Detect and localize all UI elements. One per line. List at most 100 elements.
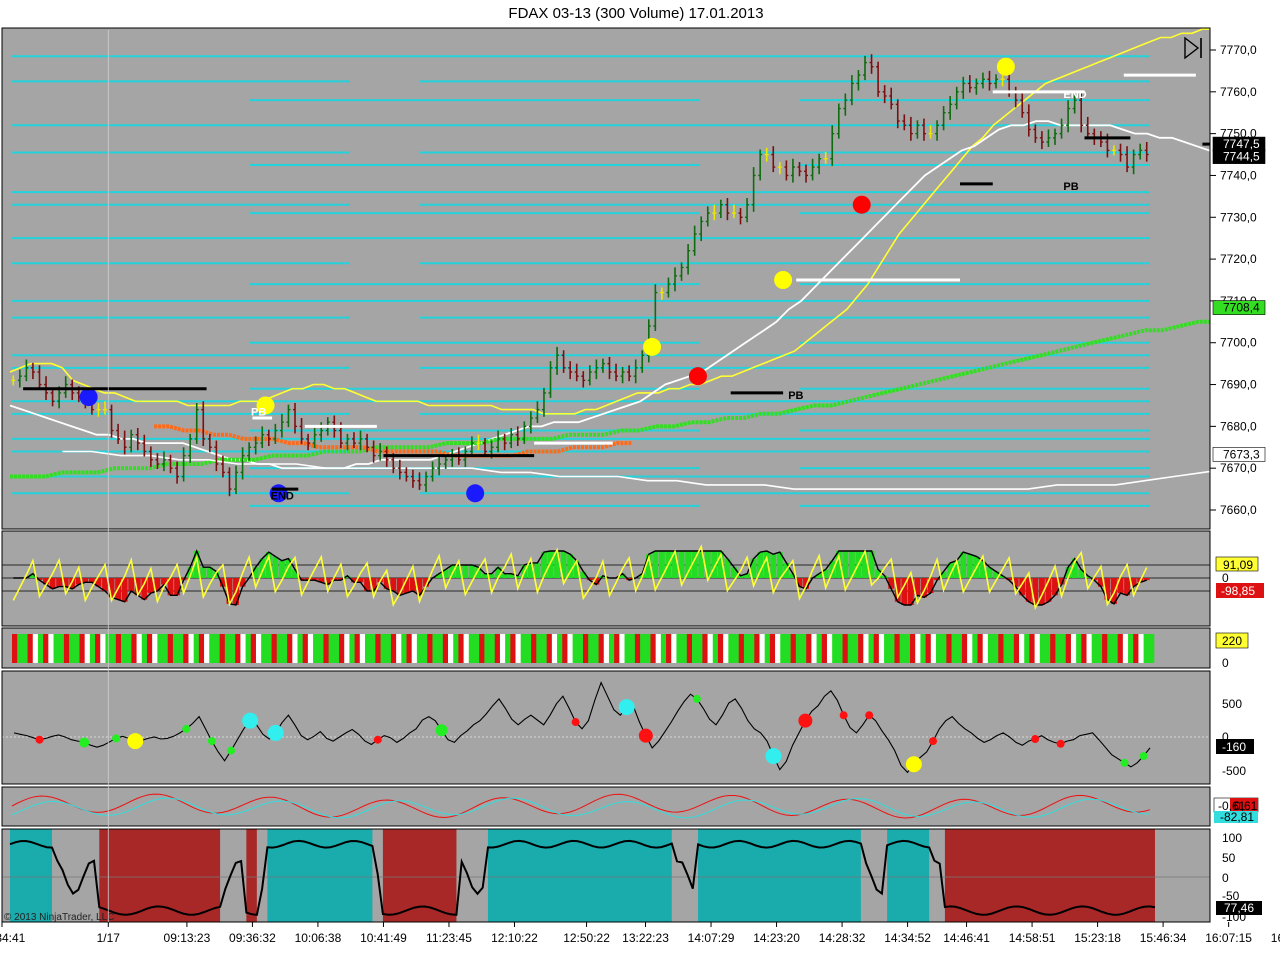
volume-strip-bar	[411, 634, 418, 663]
volume-strip-bar	[1081, 634, 1087, 663]
volume-strip-bar	[126, 634, 132, 663]
signal-dot	[852, 195, 871, 214]
volume-strip-bar	[235, 634, 241, 663]
volume-strip-bar	[769, 634, 776, 663]
volume-strip-bar	[240, 634, 246, 663]
volume-strip-bar	[27, 634, 34, 663]
volume-strip-bar	[53, 634, 60, 663]
volume-strip-bar	[1091, 634, 1098, 663]
volume-strip-bar	[63, 634, 70, 663]
volume-strip-bar	[702, 634, 708, 663]
volume-strip-bar	[738, 634, 745, 663]
signal-dot	[774, 271, 793, 289]
oscillator-2-marker	[373, 735, 382, 744]
volume-strip-bar	[572, 634, 579, 663]
volume-strip-bar	[681, 634, 688, 663]
time-tick-label: 14:46:41	[943, 931, 990, 945]
volume-strip-bar	[743, 634, 750, 663]
oscillator-2-marker	[638, 728, 653, 743]
oscillator-1-zero-label: 0	[1222, 571, 1229, 585]
oscillator-2-label-minus-500: -500	[1222, 764, 1246, 778]
oscillator-2-marker	[127, 733, 144, 750]
oscillator-2-marker	[35, 735, 44, 744]
volume-strip-bar	[1117, 634, 1124, 663]
volume-strip-bar	[728, 634, 734, 663]
price-tick-label: 7660,0	[1220, 503, 1257, 517]
volume-strip-bar	[313, 634, 319, 663]
volume-strip-bar	[307, 634, 314, 663]
volume-strip-bar	[48, 634, 54, 663]
oscillator-1-upper-value: 91,09	[1223, 558, 1253, 572]
volume-strip-bar	[224, 634, 231, 663]
oscillator-4-label-minus-100: -100	[1222, 910, 1246, 924]
oscillator-4-zone	[246, 829, 257, 922]
volume-strip-bar	[686, 634, 693, 663]
volume-strip-bar	[458, 634, 464, 663]
volume-strip-bar	[717, 634, 724, 663]
volume-strip-bar	[32, 634, 39, 663]
volume-strip-bar	[562, 634, 568, 663]
volume-strip-bar	[832, 634, 838, 663]
volume-strip-bars	[12, 634, 1155, 663]
time-tick-label: 15:46:34	[1140, 931, 1187, 945]
oscillator-2-panel[interactable]	[2, 671, 1210, 784]
volume-strip-bar	[920, 634, 926, 663]
copyright: © 2013 NinjaTrader, LLC	[4, 912, 114, 923]
volume-strip-bar	[660, 634, 667, 663]
oscillator-3-panel[interactable]	[2, 787, 1210, 826]
time-tick-label: 09:13:23	[164, 931, 211, 945]
volume-strip-bar	[172, 634, 179, 663]
volume-strip-bar	[95, 634, 101, 663]
volume-strip-bar	[873, 634, 880, 663]
volume-strip-bar	[837, 634, 843, 663]
volume-strip-bar	[1050, 634, 1056, 663]
oscillator-4-zone	[99, 829, 221, 922]
volume-strip-bar	[22, 634, 28, 663]
oscillator-2-marker	[435, 724, 448, 737]
signal-dot	[688, 367, 707, 386]
volume-strip-bar	[640, 634, 646, 663]
volume-strip-bar	[775, 634, 781, 663]
volume-strip-bar	[17, 634, 23, 663]
volume-strip-bar	[339, 634, 345, 663]
volume-strip-bar	[437, 634, 444, 663]
oscillator-2-marker	[929, 737, 938, 746]
volume-strip-bar	[982, 634, 989, 663]
volume-strip-bar	[74, 634, 80, 663]
volume-strip-bar	[406, 634, 412, 663]
volume-strip-bar	[183, 634, 189, 663]
oscillator-1-lower-value: -98,85	[1221, 584, 1255, 598]
annotation-label: PB	[251, 407, 266, 419]
oscillator-2-marker	[765, 748, 782, 765]
volume-strip-bar	[941, 634, 947, 663]
oscillator-2-marker	[618, 699, 635, 716]
volume-strip-bar	[1086, 634, 1093, 663]
volume-strip-bar	[598, 634, 605, 663]
price-panel[interactable]: PB END PB PB END	[2, 28, 1280, 529]
volume-strip-bar	[157, 634, 163, 663]
volume-strip-panel[interactable]	[2, 628, 1210, 668]
volume-strip-bar	[1128, 634, 1134, 663]
volume-strip-bar	[910, 634, 916, 663]
volume-strip-bar	[878, 634, 885, 663]
volume-strip-bar	[889, 634, 895, 663]
volume-strip-bar	[178, 634, 184, 663]
volume-strip-bar	[588, 634, 594, 663]
time-tick-label: 12:10:22	[491, 931, 538, 945]
volume-strip-bar	[977, 634, 983, 663]
price-tick-label: 7690,0	[1220, 378, 1257, 392]
volume-strip-bar	[333, 634, 340, 663]
volume-strip-bar	[1024, 634, 1030, 663]
volume-strip-bar	[209, 634, 215, 663]
oscillator-1-panel[interactable]	[2, 531, 1210, 626]
volume-strip-bar	[141, 634, 148, 663]
annotation-label: END	[271, 490, 294, 502]
volume-strip-bar	[645, 634, 651, 663]
volume-strip-bar	[1070, 634, 1077, 663]
time-tick-label: 11:23:45	[426, 931, 472, 945]
volume-strip-bar	[619, 634, 625, 663]
volume-strip-bar	[707, 634, 714, 663]
volume-strip-bar	[821, 634, 828, 663]
oscillator-4-panel[interactable]: © 2013 NinjaTrader, LLC	[2, 829, 1210, 923]
volume-strip-bar	[1013, 634, 1020, 663]
